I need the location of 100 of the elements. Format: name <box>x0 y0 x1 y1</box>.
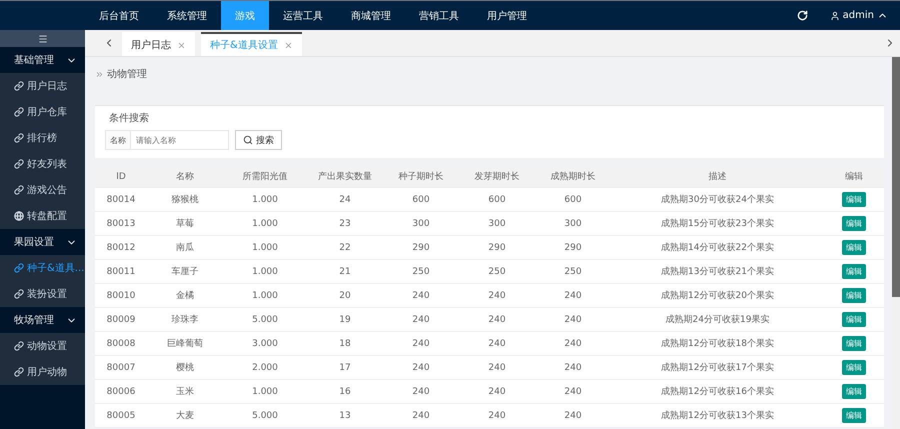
column-header: ID <box>115 172 127 182</box>
table-cell-text: 成熟期12分可收获17个果实 <box>660 362 775 374</box>
table-cell-text: 240 <box>563 314 583 324</box>
column-header: 所需阳光值 <box>242 170 288 183</box>
sidebar-item[interactable]: 用户动物 <box>0 359 85 385</box>
table-cell-text: 600 <box>563 194 583 204</box>
nav-tab[interactable]: 运营工具 <box>269 1 337 30</box>
column-header: 编辑 <box>844 170 864 183</box>
table-cell-text: 240 <box>411 362 431 372</box>
table-cell-text: 金橘 <box>175 290 195 302</box>
table-cell-text: 成熟期15分可收获23个果实 <box>660 218 775 230</box>
link-icon <box>14 367 24 377</box>
table-cell-text: 80009 <box>106 314 136 324</box>
edit-button[interactable]: 编辑 <box>842 192 866 207</box>
table-cell-text: 成熟期14分可收获22个果实 <box>660 242 775 254</box>
table-cell-text: 3.000 <box>251 338 279 348</box>
table-cell-text: 80008 <box>106 338 136 348</box>
sidebar-group[interactable]: 牧场管理 <box>0 307 85 333</box>
nav-tab[interactable]: 系统管理 <box>153 1 221 30</box>
sidebar-toggle[interactable] <box>0 30 85 47</box>
sidebar-item[interactable]: 装扮设置 <box>0 281 85 307</box>
sidebar-item[interactable]: 游戏公告 <box>0 177 85 203</box>
page-tab[interactable]: 用户日志 <box>122 32 195 56</box>
edit-button[interactable]: 编辑 <box>842 288 866 303</box>
table-cell-text: 240 <box>487 410 507 420</box>
edit-button[interactable]: 编辑 <box>842 216 866 231</box>
table-cell-text: 240 <box>487 386 507 396</box>
column-header: 种子期时长 <box>398 170 444 183</box>
table-cell-text: 玉米 <box>175 386 195 398</box>
table-cell-text: 80006 <box>106 386 136 396</box>
sidebar-item[interactable]: 好友列表 <box>0 151 85 177</box>
table-cell-text: 巨峰葡萄 <box>166 338 204 350</box>
table-cell-text: 240 <box>487 314 507 324</box>
table-cell-text: 250 <box>411 266 431 276</box>
link-icon <box>14 159 24 169</box>
sidebar-item[interactable]: 动物设置 <box>0 333 85 359</box>
table-cell-text: 1.000 <box>251 266 279 276</box>
table-cell-text: 成熟期12分可收获16个果实 <box>660 386 775 398</box>
link-icon <box>14 133 24 143</box>
breadcrumb: 动物管理 <box>107 68 147 81</box>
table-cell-text: 大麦 <box>175 410 195 422</box>
sidebar-item[interactable]: 排行榜 <box>0 125 85 151</box>
sidebar-group[interactable]: 基础管理 <box>0 47 85 73</box>
edit-button[interactable]: 编辑 <box>842 336 866 351</box>
sidebar-item[interactable]: 转盘配置 <box>0 203 85 229</box>
nav-tab[interactable]: 用户管理 <box>473 1 541 30</box>
search-button[interactable]: 搜索 <box>235 130 282 150</box>
table-cell-text: 草莓 <box>175 218 195 230</box>
edit-button[interactable]: 编辑 <box>842 408 866 423</box>
column-header: 发芽期时长 <box>474 170 520 183</box>
edit-button[interactable]: 编辑 <box>842 384 866 399</box>
edit-button[interactable]: 编辑 <box>842 264 866 279</box>
table-cell-text: 成熟期24分可收获19果实 <box>664 314 770 326</box>
field-label: 名称 <box>105 130 131 150</box>
table-cell-text: 樱桃 <box>175 362 195 374</box>
sidebar-group[interactable]: 果园设置 <box>0 229 85 255</box>
column-header: 产出果实数量 <box>317 170 373 183</box>
scrollbar[interactable] <box>892 57 900 429</box>
table-cell-text: 猕猴桃 <box>170 194 200 206</box>
table-cell-text: 240 <box>411 386 431 396</box>
link-icon <box>14 263 24 273</box>
table-cell-text: 240 <box>411 314 431 324</box>
edit-button[interactable]: 编辑 <box>842 240 866 255</box>
table-cell-text: 5.000 <box>251 314 279 324</box>
table-cell-text: 300 <box>411 218 431 228</box>
chevrons-icon <box>95 70 104 78</box>
link-icon <box>14 107 24 117</box>
close-icon[interactable] <box>284 40 293 50</box>
table-cell-text: 珍珠李 <box>170 314 200 326</box>
table-cell-text: 22 <box>338 242 352 252</box>
table-cell-text: 5.000 <box>251 410 279 420</box>
table-cell-text: 240 <box>563 362 583 372</box>
nav-tab[interactable]: 商城管理 <box>337 1 405 30</box>
sidebar-item[interactable]: 用户仓库 <box>0 99 85 125</box>
sidebar-item[interactable]: 用户日志 <box>0 73 85 99</box>
name-input[interactable]: 请输入名称 <box>131 130 229 150</box>
table-cell-text: 18 <box>338 338 352 348</box>
nav-tab[interactable]: 营销工具 <box>405 1 473 30</box>
table-cell-text: 24 <box>338 194 352 204</box>
table-cell-text: 1.000 <box>251 218 279 228</box>
column-header: 名称 <box>175 170 195 183</box>
refresh-icon[interactable] <box>796 10 808 21</box>
edit-button[interactable]: 编辑 <box>842 360 866 375</box>
sidebar-item[interactable]: 种子&道具... <box>0 255 85 281</box>
column-header: 成熟期时长 <box>550 170 596 183</box>
link-icon <box>14 185 24 195</box>
table-cell-text: 80011 <box>106 266 136 276</box>
table-cell-text: 17 <box>338 362 352 372</box>
edit-button[interactable]: 编辑 <box>842 312 866 327</box>
table-cell-text: 80005 <box>106 410 136 420</box>
user-menu[interactable]: admin <box>830 10 888 21</box>
table-cell-text: 20 <box>338 290 352 300</box>
nav-tab[interactable]: 后台首页 <box>85 1 153 30</box>
close-icon[interactable] <box>177 40 186 50</box>
column-header: 描述 <box>708 170 728 183</box>
user-icon <box>830 10 840 20</box>
menu-icon <box>38 34 48 44</box>
table-cell-text: 240 <box>563 410 583 420</box>
table-cell-text: 80010 <box>106 290 136 300</box>
table-cell-text: 600 <box>411 194 431 204</box>
